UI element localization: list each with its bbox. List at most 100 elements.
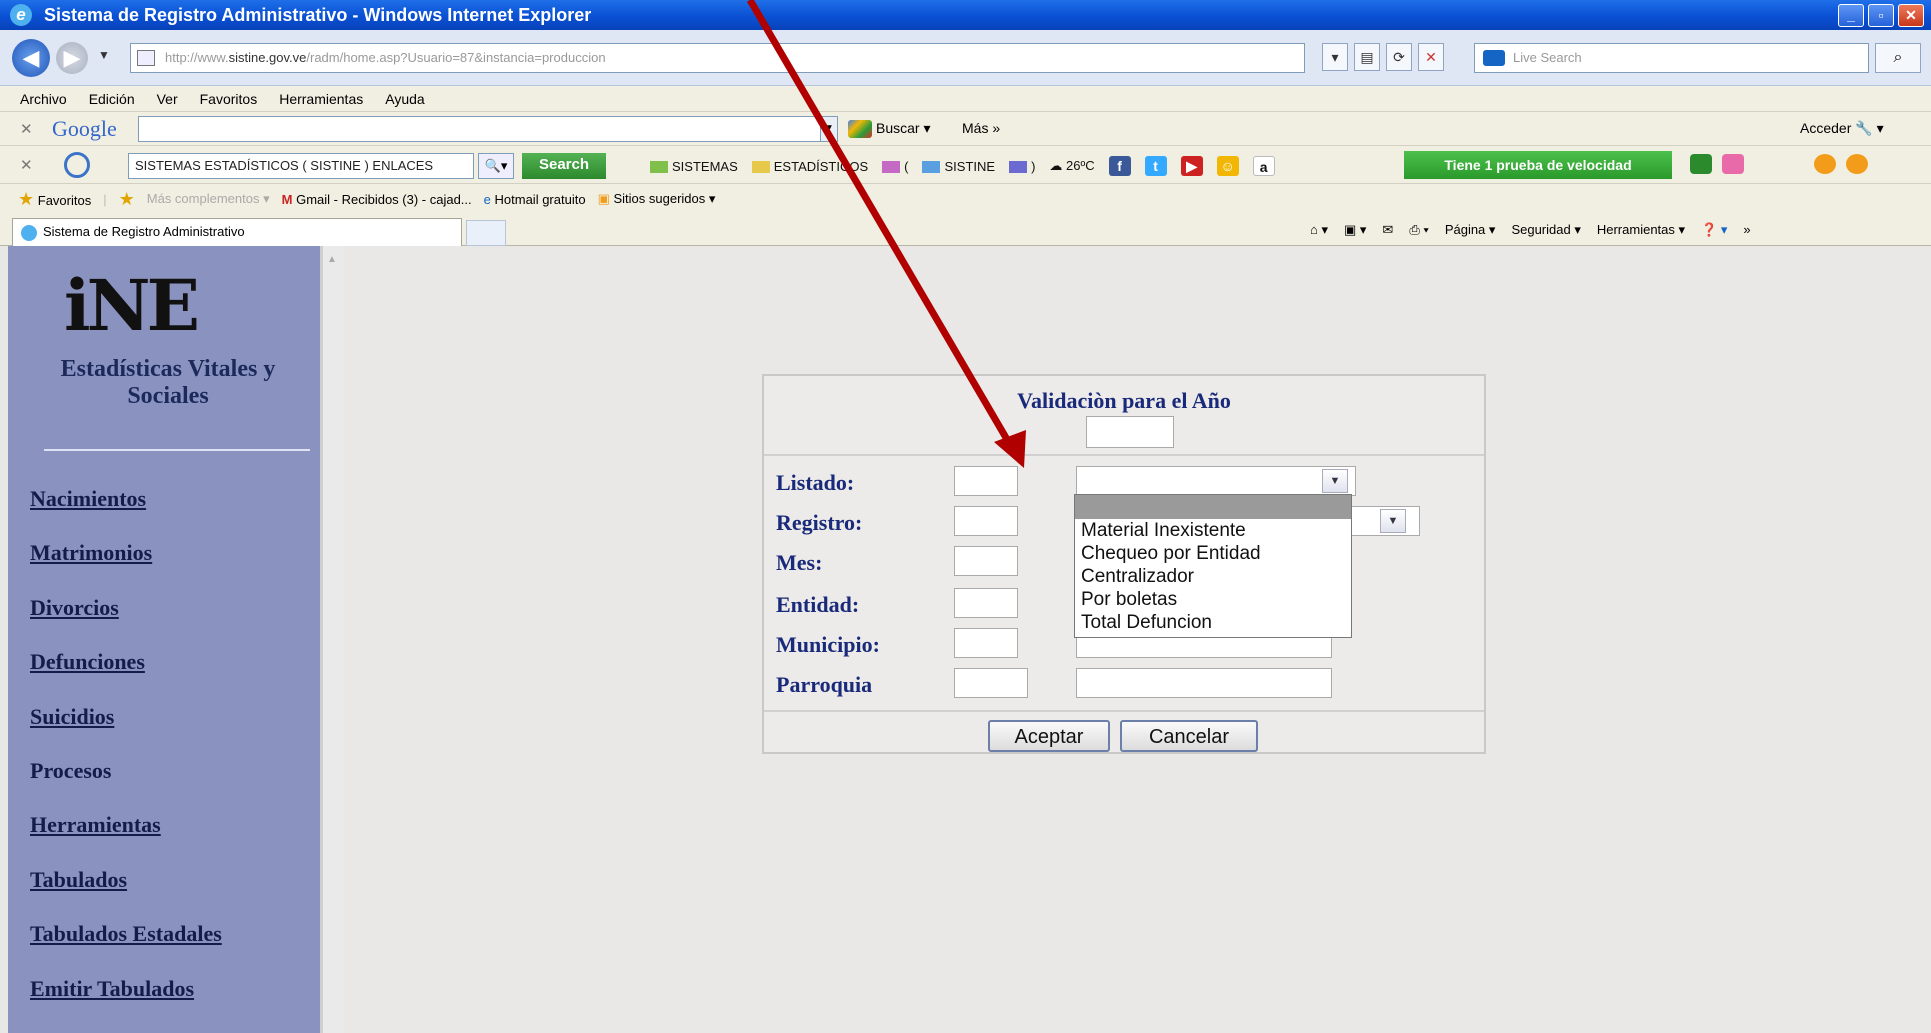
menu-pagina[interactable]: Página ▾: [1445, 222, 1496, 238]
nav-herramientas[interactable]: Herramientas: [30, 812, 222, 866]
registro-select-arrow-icon[interactable]: ▼: [1380, 509, 1406, 533]
dropdown-option[interactable]: Centralizador: [1075, 565, 1351, 588]
nav-tabulados-estadales[interactable]: Tabulados Estadales: [30, 921, 222, 975]
label-entidad: Entidad:: [776, 592, 860, 617]
weather-temp[interactable]: ☁ 26ºC: [1049, 158, 1094, 174]
dropdown-option[interactable]: Por boletas: [1075, 588, 1351, 611]
mail-read-icon[interactable]: ✉: [1382, 222, 1393, 238]
dropdown-option[interactable]: Chequeo por Entidad: [1075, 542, 1351, 565]
registro-code-input[interactable]: [954, 506, 1018, 536]
listado-select-arrow-icon[interactable]: ▼: [1322, 469, 1348, 493]
cancelar-button[interactable]: Cancelar: [1120, 720, 1258, 752]
menu-edicion[interactable]: Edición: [89, 91, 135, 107]
maximize-button[interactable]: ▫: [1868, 4, 1894, 27]
sistine-search-button[interactable]: Search: [522, 153, 606, 179]
mes-input[interactable]: [954, 546, 1018, 576]
aceptar-button[interactable]: Aceptar: [988, 720, 1110, 752]
nav-divorcios[interactable]: Divorcios: [30, 595, 222, 649]
sistine-link-estadisticos[interactable]: ESTADÍSTICOS: [751, 159, 868, 174]
fav-mas-complementos[interactable]: Más complementos ▾: [147, 191, 270, 207]
help-icon[interactable]: ❓ ▾: [1701, 222, 1727, 238]
menu-ayuda[interactable]: Ayuda: [385, 91, 424, 107]
dropdown-option[interactable]: Total Defuncion: [1075, 611, 1351, 634]
speed-test-button[interactable]: Tiene 1 prueba de velocidad: [1404, 151, 1672, 179]
municipio-code-input[interactable]: [954, 628, 1018, 658]
live-search-input[interactable]: Live Search: [1474, 43, 1869, 73]
compatibility-icon[interactable]: ▤: [1354, 43, 1380, 71]
url-dropdown-icon[interactable]: ▾: [1322, 43, 1348, 71]
google-dropdown-icon[interactable]: ▼: [820, 116, 838, 142]
youtube-icon[interactable]: ▶: [1180, 156, 1203, 176]
close-button[interactable]: ✕: [1898, 4, 1924, 27]
mail-icon[interactable]: [1722, 154, 1744, 174]
new-tab-button[interactable]: [466, 220, 506, 246]
close-toolbar-icon[interactable]: ✕: [20, 120, 33, 138]
nav-procesos[interactable]: Procesos: [30, 758, 222, 812]
nav-nacimientos[interactable]: Nacimientos: [30, 486, 222, 540]
twitter-icon[interactable]: t: [1144, 156, 1167, 176]
frame-scrollbar[interactable]: ▲: [322, 246, 344, 1033]
history-dropdown-icon[interactable]: ▼: [98, 48, 110, 62]
menu-archivo[interactable]: Archivo: [20, 91, 67, 107]
back-button[interactable]: ◀: [12, 39, 50, 77]
nav-defunciones[interactable]: Defunciones: [30, 649, 222, 703]
close-sistine-toolbar-icon[interactable]: ✕: [20, 156, 33, 174]
listado-code-input[interactable]: [954, 466, 1018, 496]
fav-hotmail[interactable]: e Hotmail gratuito: [484, 192, 586, 207]
listado-select[interactable]: [1076, 466, 1356, 496]
facebook-icon[interactable]: f: [1108, 156, 1131, 176]
smiley-icon[interactable]: ☺: [1216, 156, 1239, 176]
sistine-search-options-icon[interactable]: 🔍▾: [478, 153, 514, 179]
google-acceder-button[interactable]: Acceder 🔧 ▾: [1800, 120, 1884, 137]
entidad-code-input[interactable]: [954, 588, 1018, 618]
sistine-link-sistemas[interactable]: SISTEMAS: [650, 159, 738, 174]
listado-dropdown-list[interactable]: Material Inexistente Chequeo por Entidad…: [1074, 494, 1352, 638]
video-icon[interactable]: [1690, 154, 1712, 174]
url-path: /radm/home.asp?Usuario=87&instancia=prod…: [306, 50, 606, 65]
nav-tabulados[interactable]: Tabulados: [30, 867, 222, 921]
amazon-icon[interactable]: a: [1252, 156, 1275, 176]
forward-button[interactable]: ▶: [56, 42, 88, 74]
feeds-icon[interactable]: ▣ ▾: [1344, 222, 1366, 238]
print-icon[interactable]: ⎙ ▾: [1409, 222, 1428, 238]
sistine-search-input[interactable]: SISTEMAS ESTADÍSTICOS ( SISTINE ) ENLACE…: [128, 153, 474, 179]
tab-ie-icon: [21, 225, 37, 241]
year-input[interactable]: [1086, 416, 1174, 448]
menu-herramientas[interactable]: Herramientas: [279, 91, 363, 107]
options-icon[interactable]: [1846, 154, 1868, 174]
nav-matrimonios[interactable]: Matrimonios: [30, 540, 222, 594]
parroquia-select[interactable]: [1076, 668, 1332, 698]
parroquia-code-input[interactable]: [954, 668, 1028, 698]
google-mas-button[interactable]: Más »: [962, 120, 1000, 136]
scroll-up-icon[interactable]: ▲: [327, 254, 337, 265]
home-icon[interactable]: ⌂ ▾: [1310, 222, 1328, 238]
sistine-link-sistine[interactable]: SISTINE: [922, 159, 995, 174]
nav-emitir-tabulados[interactable]: Emitir Tabulados: [30, 976, 222, 1030]
nav-suicidios[interactable]: Suicidios: [30, 704, 222, 758]
menu-seguridad[interactable]: Seguridad ▾: [1511, 222, 1580, 238]
stop-icon[interactable]: ✕: [1418, 43, 1444, 71]
minimize-button[interactable]: _: [1838, 4, 1864, 27]
refresh-icon[interactable]: ⟳: [1386, 43, 1412, 71]
add-icon[interactable]: [1814, 154, 1836, 174]
sistine-link-open-paren[interactable]: (: [882, 159, 908, 174]
more-commands-icon[interactable]: »: [1743, 222, 1750, 238]
add-favorite-icon[interactable]: ★: [119, 189, 135, 210]
menu-favoritos[interactable]: Favoritos: [200, 91, 258, 107]
url-field[interactable]: http://www.sistine.gov.ve/radm/home.asp?…: [130, 43, 1305, 73]
dropdown-option-blank[interactable]: [1075, 495, 1351, 519]
url-prefix: http://www.: [165, 50, 229, 65]
menu-ver[interactable]: Ver: [157, 91, 178, 107]
fav-gmail[interactable]: M Gmail - Recibidos (3) - cajad...: [282, 192, 472, 207]
window-title: Sistema de Registro Administrativo - Win…: [44, 4, 592, 25]
google-search-input[interactable]: [138, 116, 828, 142]
favorites-button[interactable]: ★ Favoritos: [18, 189, 91, 210]
search-go-icon[interactable]: ⌕: [1875, 43, 1921, 73]
google-buscar-button[interactable]: Buscar ▾: [848, 120, 931, 139]
sistine-toolbar: ✕ SISTEMAS ESTADÍSTICOS ( SISTINE ) ENLA…: [0, 146, 1931, 184]
fav-sitios-sugeridos[interactable]: ▣ Sitios sugeridos ▾: [598, 191, 716, 207]
dropdown-option[interactable]: Material Inexistente: [1075, 519, 1351, 542]
menu-herramientas-cmd[interactable]: Herramientas ▾: [1597, 222, 1685, 238]
sistine-link-close-paren[interactable]: ): [1009, 159, 1035, 174]
tab-sistema-registro[interactable]: Sistema de Registro Administrativo: [12, 218, 462, 246]
